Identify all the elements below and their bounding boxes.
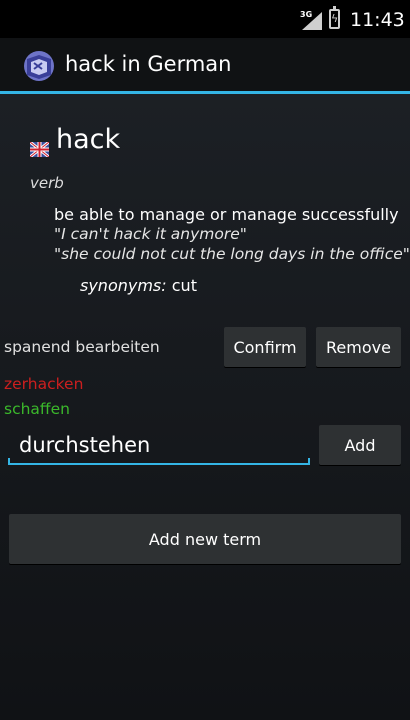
action-bar: hack in German — [0, 38, 410, 94]
example-sentence: "she could not cut the long days in the … — [54, 245, 410, 263]
translation-input[interactable] — [8, 427, 310, 465]
dictionary-app-icon[interactable] — [20, 47, 58, 85]
headword: hack — [56, 124, 121, 155]
uk-flag-icon — [30, 142, 49, 157]
pending-translation: spanend bearbeiten — [4, 338, 160, 356]
add-new-term-button[interactable]: Add new term — [9, 514, 401, 564]
add-button[interactable]: Add — [319, 425, 401, 465]
definition: be able to manage or manage successfully — [54, 205, 399, 224]
example-sentence: "I can't hack it anymore" — [54, 225, 247, 243]
input-underline-right — [308, 458, 310, 465]
part-of-speech: verb — [30, 174, 64, 192]
remove-button[interactable]: Remove — [316, 327, 401, 367]
synonyms-row: synonyms: cut — [80, 276, 197, 295]
synonyms-label: synonyms: — [80, 276, 167, 295]
clock: 11:43 — [350, 9, 405, 31]
synonym-value[interactable]: cut — [172, 276, 197, 295]
battery-charging-icon: ϟ — [329, 6, 340, 29]
translation-item[interactable]: schaffen — [4, 400, 70, 418]
confirm-button[interactable]: Confirm — [224, 327, 306, 367]
page-title: hack in German — [65, 52, 232, 76]
translation-item[interactable]: zerhacken — [4, 375, 83, 393]
translation-input-wrapper — [8, 427, 310, 465]
input-underline-left — [8, 458, 10, 465]
app-screen: hack in German hack verb be able to mana… — [0, 38, 410, 720]
status-bar: 3G ϟ 11:43 — [0, 0, 410, 38]
signal-icon — [302, 12, 322, 30]
